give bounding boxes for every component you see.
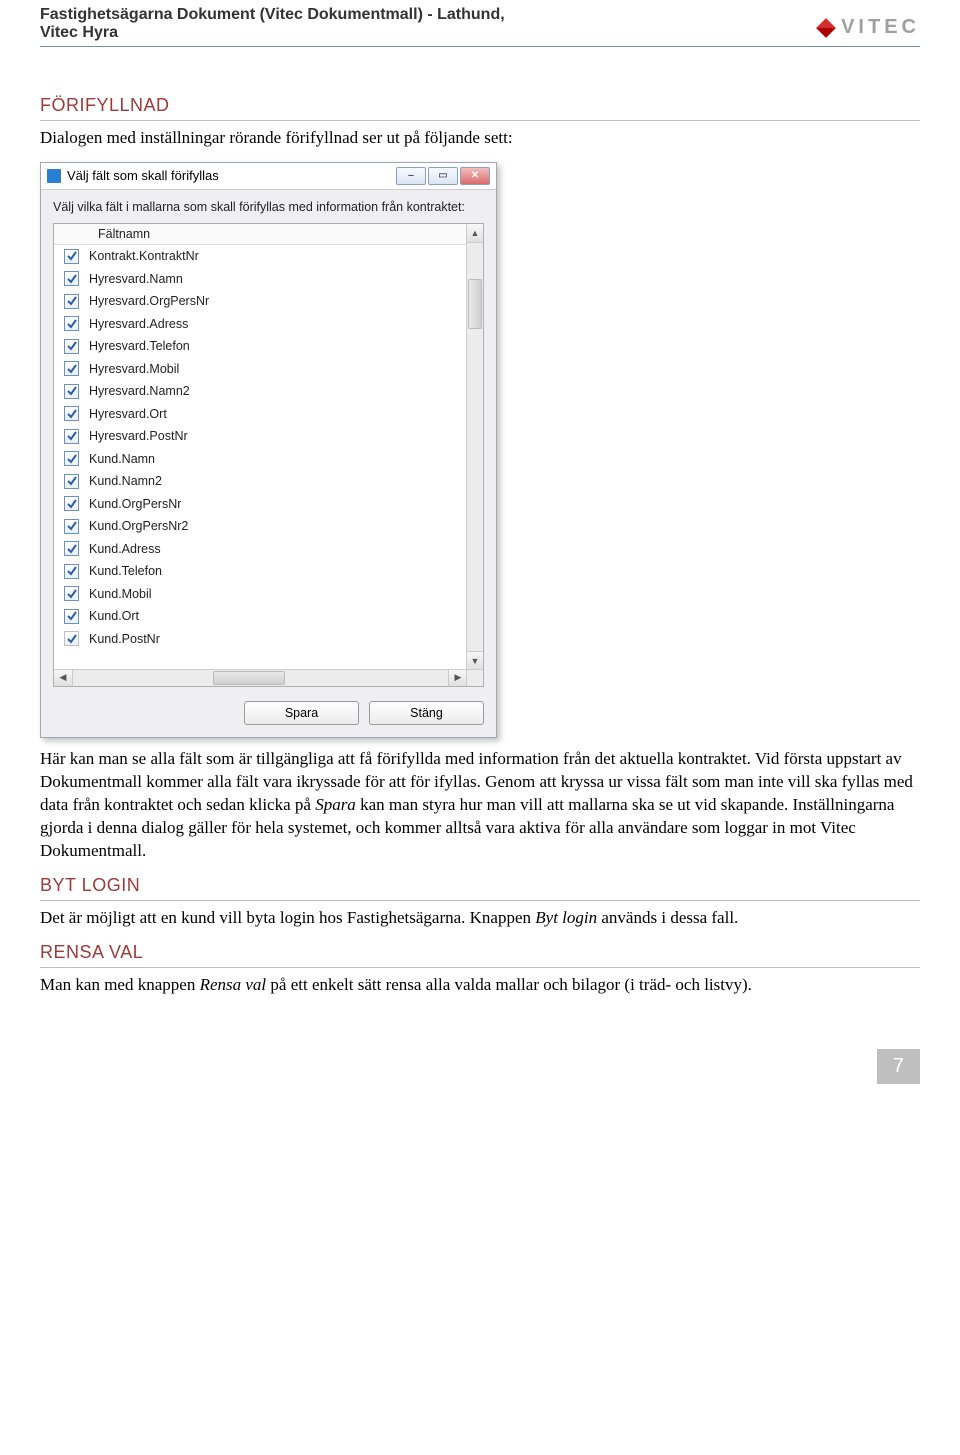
list-item[interactable]: Hyresvard.Namn	[54, 267, 467, 290]
field-list: Fältnamn Kontrakt.KontraktNr Hyresvard.Na…	[53, 223, 484, 687]
scroll-down-button[interactable]: ▼	[467, 651, 483, 670]
save-button[interactable]: Spara	[244, 701, 359, 725]
list-item[interactable]: Hyresvard.Telefon	[54, 335, 467, 358]
field-label: Hyresvard.Adress	[89, 317, 188, 331]
field-label: Hyresvard.Ort	[89, 407, 167, 421]
dialog-app-icon	[47, 169, 61, 183]
field-checkbox[interactable]	[64, 406, 79, 421]
field-label: Kund.OrgPersNr2	[89, 519, 188, 533]
field-label: Kund.Telefon	[89, 564, 162, 578]
scroll-right-button[interactable]: ▶	[448, 670, 467, 686]
field-checkbox[interactable]	[64, 474, 79, 489]
list-item[interactable]: Kund.Namn	[54, 447, 467, 470]
forifyllnad-intro: Dialogen med inställningar rörande förif…	[40, 127, 920, 150]
field-checkbox[interactable]	[64, 361, 79, 376]
list-item[interactable]: Hyresvard.Ort	[54, 402, 467, 425]
list-item[interactable]: Hyresvard.Namn2	[54, 380, 467, 403]
section-title-rensa-val: RENSA VAL	[40, 942, 920, 968]
vertical-scrollbar[interactable]: ▲ ▼	[466, 224, 483, 670]
list-item[interactable]: Kund.Telefon	[54, 560, 467, 583]
field-label: Kund.Ort	[89, 609, 139, 623]
list-item[interactable]: Hyresvard.OrgPersNr	[54, 290, 467, 313]
minimize-button[interactable]: –	[396, 167, 426, 185]
list-item[interactable]: Kund.Adress	[54, 537, 467, 560]
section-title-byt-login: BYT LOGIN	[40, 875, 920, 901]
field-checkbox[interactable]	[64, 249, 79, 264]
field-checkbox[interactable]	[64, 294, 79, 309]
list-item[interactable]: Hyresvard.Mobil	[54, 357, 467, 380]
list-item[interactable]: Kund.PostNr	[54, 627, 467, 650]
dialog-description: Välj vilka fält i mallarna som skall för…	[53, 200, 484, 215]
maximize-button[interactable]: ▭	[428, 167, 458, 185]
field-checkbox[interactable]	[64, 316, 79, 331]
page-number: 7	[877, 1049, 920, 1084]
list-item[interactable]: Hyresvard.Adress	[54, 312, 467, 335]
section-title-forifyllnad: FÖRIFYLLNAD	[40, 95, 920, 121]
vitec-brand: VITEC	[841, 16, 920, 39]
field-label: Hyresvard.Telefon	[89, 339, 190, 353]
field-checkbox[interactable]	[64, 271, 79, 286]
close-button[interactable]: ✕	[460, 167, 490, 185]
scrollbar-corner	[466, 669, 483, 686]
field-label: Kund.Mobil	[89, 587, 152, 601]
header-title-line2: Vitec Hyra	[40, 24, 505, 42]
header-title-line1: Fastighetsägarna Dokument (Vitec Dokumen…	[40, 6, 505, 24]
rensa-val-body: Man kan med knappen Rensa val på ett enk…	[40, 974, 920, 997]
field-label: Kund.Adress	[89, 542, 161, 556]
list-item[interactable]: Kund.Ort	[54, 605, 467, 628]
list-item[interactable]: Hyresvard.PostNr	[54, 425, 467, 448]
list-item[interactable]: Kund.OrgPersNr2	[54, 515, 467, 538]
field-checkbox[interactable]	[64, 631, 79, 646]
close-dialog-button[interactable]: Stäng	[369, 701, 484, 725]
list-item[interactable]: Kund.OrgPersNr	[54, 492, 467, 515]
field-checkbox[interactable]	[64, 339, 79, 354]
horizontal-scrollbar[interactable]: ◀ ▶	[54, 669, 467, 686]
list-item[interactable]: Kontrakt.KontraktNr	[54, 245, 467, 268]
field-label: Kund.PostNr	[89, 632, 160, 646]
scroll-left-button[interactable]: ◀	[54, 670, 73, 686]
byt-login-body: Det är möjligt att en kund vill byta log…	[40, 907, 920, 930]
field-checkbox[interactable]	[64, 384, 79, 399]
field-label: Hyresvard.Namn2	[89, 384, 190, 398]
field-checkbox[interactable]	[64, 609, 79, 624]
scroll-up-button[interactable]: ▲	[467, 224, 483, 243]
list-column-header: Fältnamn	[54, 224, 467, 245]
dialog-title: Välj fält som skall förifyllas	[67, 168, 219, 183]
field-checkbox[interactable]	[64, 429, 79, 444]
dialog-titlebar: Välj fält som skall förifyllas – ▭ ✕	[41, 163, 496, 190]
field-checkbox[interactable]	[64, 541, 79, 556]
horizontal-scroll-thumb[interactable]	[213, 671, 285, 685]
field-label: Kund.Namn	[89, 452, 155, 466]
field-checkbox[interactable]	[64, 586, 79, 601]
field-checkbox[interactable]	[64, 451, 79, 466]
list-item[interactable]: Kund.Mobil	[54, 582, 467, 605]
field-label: Hyresvard.OrgPersNr	[89, 294, 209, 308]
vertical-scroll-thumb[interactable]	[468, 279, 482, 329]
field-label: Kontrakt.KontraktNr	[89, 249, 199, 263]
field-label: Hyresvard.PostNr	[89, 429, 188, 443]
field-checkbox[interactable]	[64, 519, 79, 534]
list-item[interactable]: Kund.Namn2	[54, 470, 467, 493]
field-checkbox[interactable]	[64, 496, 79, 511]
forifyllnad-desc: Här kan man se alla fält som är tillgäng…	[40, 748, 920, 863]
field-checkbox[interactable]	[64, 564, 79, 579]
vitec-logo-icon	[816, 18, 836, 38]
page-header: Fastighetsägarna Dokument (Vitec Dokumen…	[40, 0, 920, 47]
field-label: Kund.Namn2	[89, 474, 162, 488]
field-label: Hyresvard.Namn	[89, 272, 183, 286]
field-label: Hyresvard.Mobil	[89, 362, 179, 376]
prefill-dialog: Välj fält som skall förifyllas – ▭ ✕ Väl…	[40, 162, 497, 738]
field-label: Kund.OrgPersNr	[89, 497, 181, 511]
